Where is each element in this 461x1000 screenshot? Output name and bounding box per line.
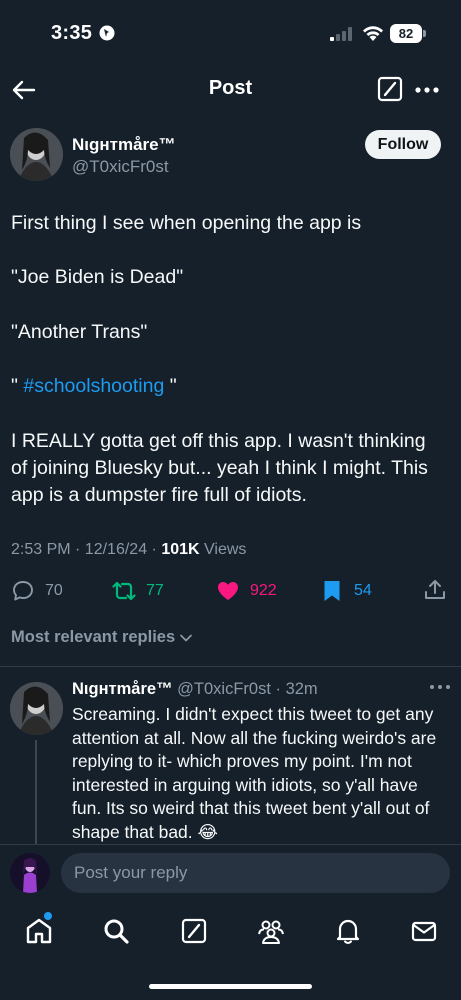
author-name[interactable]: Nιgнтmåre™: [72, 135, 176, 155]
views-label: Views: [199, 541, 247, 558]
tweet-timestamp[interactable]: 2:53 PM · 12/16/24 ·: [11, 541, 161, 558]
grok-icon[interactable]: [377, 76, 403, 102]
reply-more-icon[interactable]: [429, 680, 451, 694]
home-icon[interactable]: [25, 917, 53, 945]
grok-icon[interactable]: [180, 917, 208, 945]
battery-tip: [423, 30, 426, 37]
repost-icon: [112, 581, 136, 601]
reply-input[interactable]: [61, 853, 450, 893]
bookmark-icon: [324, 581, 340, 601]
repost-count: 77: [146, 582, 164, 599]
tweet-text-line: "Joe Biden is Dead": [11, 266, 184, 288]
reply-icon: [13, 581, 33, 601]
status-time: 3:35: [51, 22, 93, 44]
reply-text-line: Screaming. I didn't expect this tweet to…: [72, 704, 434, 724]
like-action[interactable]: 922: [216, 578, 277, 604]
repost-action[interactable]: 77: [112, 578, 164, 604]
notifications-icon[interactable]: [334, 917, 362, 945]
reply-count: 70: [45, 582, 63, 599]
reply-author-avatar[interactable]: [10, 682, 63, 735]
follow-button[interactable]: Follow: [365, 130, 441, 159]
tweet-text-line: of joining Bluesky but... yeah I think I…: [11, 457, 428, 479]
replies-sort-dropdown[interactable]: Most relevant replies: [11, 628, 193, 647]
more-options-icon[interactable]: [414, 80, 440, 100]
author-handle[interactable]: @T0xicFr0st: [72, 157, 169, 177]
quote-close: ": [169, 375, 177, 397]
hashtag-link[interactable]: #schoolshooting: [23, 375, 164, 397]
reply-author-name[interactable]: Nιgнтmåre™: [72, 680, 173, 698]
reply-text-line: shape that bad. 😂: [72, 821, 218, 842]
home-notification-dot: [44, 912, 52, 920]
my-avatar[interactable]: [10, 853, 50, 893]
messages-icon[interactable]: [410, 917, 438, 945]
tweet-hashtag-line: " #schoolshooting ": [11, 373, 177, 400]
share-icon[interactable]: [423, 578, 447, 602]
reply-text-line: replying to it- which proves my point. I…: [72, 751, 412, 771]
reply-action[interactable]: 70: [11, 578, 63, 604]
reply-text-line: fun. Its so weird that this tweet bent y…: [72, 798, 430, 818]
search-icon[interactable]: [102, 917, 130, 945]
reply-text-line: interested in arguing with idiots, so y'…: [72, 774, 418, 795]
chevron-down-icon: [180, 634, 193, 641]
reply-text-line: attention at all. Now all the fucking we…: [72, 727, 437, 748]
reply-handle-time: @T0xicFr0st · 32m: [172, 680, 318, 698]
thread-line: [35, 740, 37, 848]
views-count: 101K: [161, 541, 200, 558]
quote-open: ": [11, 375, 18, 397]
wifi-icon: [363, 26, 383, 41]
divider: [0, 666, 461, 667]
bookmark-count: 54: [354, 582, 372, 599]
replies-sort-label: Most relevant replies: [11, 628, 176, 646]
tweet-metadata: 2:53 PM · 12/16/24 · 101K Views: [11, 541, 246, 559]
location-icon: [99, 25, 115, 41]
bookmark-action[interactable]: 54: [320, 578, 372, 604]
communities-icon[interactable]: [257, 917, 285, 945]
cellular-signal-icon: [330, 27, 352, 41]
home-indicator[interactable]: [149, 984, 312, 989]
author-avatar[interactable]: [10, 128, 63, 181]
heart-icon: [218, 582, 238, 600]
tweet-text-line: I REALLY gotta get off this app. I wasn'…: [11, 430, 426, 452]
like-count: 922: [250, 582, 277, 599]
reply-header: Nιgнтmåre™ @T0xicFr0st · 32m: [72, 680, 318, 699]
battery-level: 82: [390, 24, 422, 43]
tweet-text-line: "Another Trans": [11, 321, 148, 343]
tweet-text-line: First thing I see when opening the app i…: [11, 212, 362, 234]
tweet-text-line: app is a dumpster fire full of idiots.: [11, 484, 307, 506]
